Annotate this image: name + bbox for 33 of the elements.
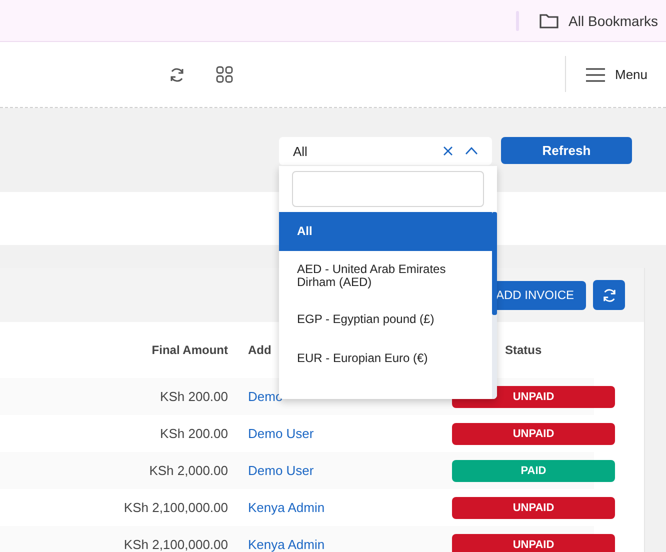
status-badge: PAID: [452, 460, 615, 482]
user-link[interactable]: Demo User: [248, 463, 452, 478]
user-link[interactable]: Demo User: [248, 426, 452, 441]
user-link[interactable]: Kenya Admin: [248, 500, 452, 515]
bookmarks-label[interactable]: All Bookmarks: [568, 12, 658, 28]
column-header: Final Amount: [150, 343, 228, 357]
search-field[interactable]: [292, 171, 484, 207]
amount-cell-text: KSh 2,000.00: [148, 463, 228, 478]
user-link[interactable]: Kenya Admin: [248, 537, 452, 552]
amount-cell-text: KSh 200.00: [159, 426, 228, 441]
refresh-button[interactable]: [169, 66, 185, 82]
amount-cell-text: KSh 200.00: [159, 389, 228, 404]
column-header: Add: [248, 343, 272, 357]
folder-icon: [538, 12, 559, 28]
refresh-icon: [169, 66, 185, 82]
status-badge: UNPAID: [452, 534, 615, 552]
grid-icon: [216, 66, 233, 83]
refresh-icon: [602, 288, 616, 302]
menu-icon: [586, 68, 605, 82]
chevron-icon[interactable]: [465, 147, 478, 155]
dropdown-option[interactable]: All: [279, 212, 492, 251]
scrollbar-thumb[interactable]: [492, 212, 497, 315]
reload-button[interactable]: [593, 280, 625, 310]
column-header: Status: [505, 343, 542, 357]
apps-button[interactable]: [216, 66, 233, 83]
clear-icon[interactable]: [443, 146, 453, 156]
status-badge: UNPAID: [452, 496, 615, 518]
refresh-button[interactable]: Refresh: [501, 137, 632, 164]
menu-button[interactable]: Menu: [586, 67, 648, 82]
amount-cell-text: KSh 2,100,000.00: [122, 537, 228, 552]
status-badge: UNPAID: [452, 422, 615, 444]
currency-select[interactable]: All: [279, 137, 492, 165]
amount-cell-text: KSh 2,100,000.00: [122, 500, 228, 515]
